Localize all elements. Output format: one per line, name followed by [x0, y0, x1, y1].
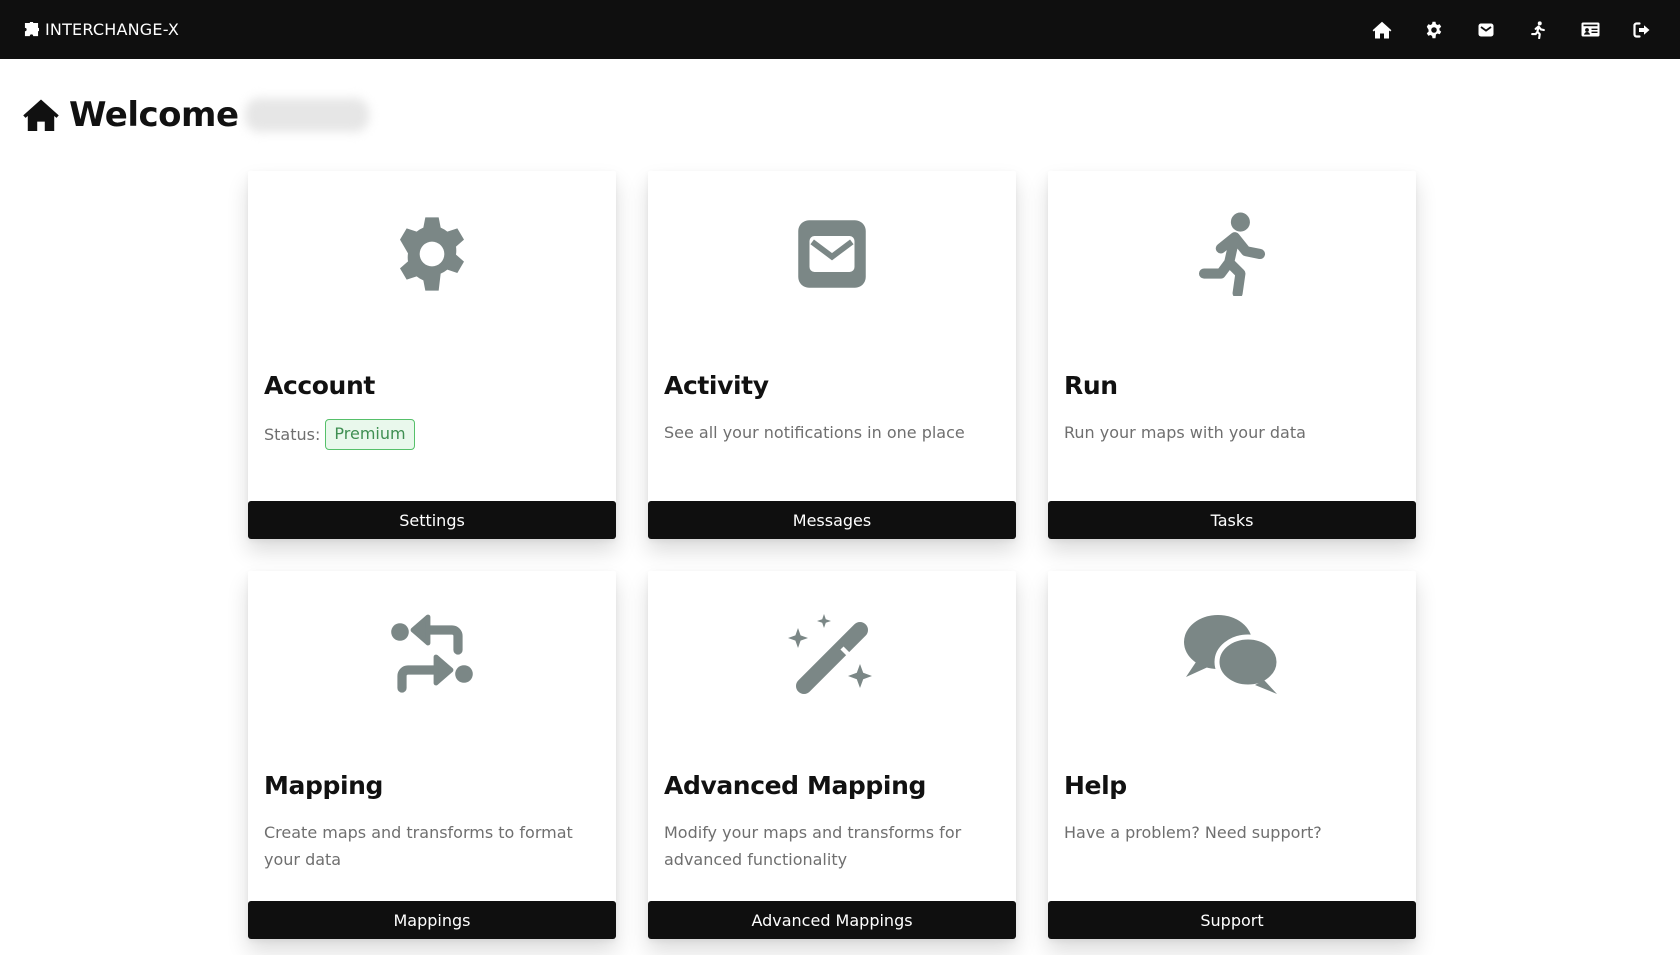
brand-name: INTERCHANGE-X [45, 20, 180, 39]
help-card: Help Have a problem? Need support? Suppo… [1048, 571, 1416, 939]
card-title: Run [1064, 371, 1118, 400]
account-status: Status: Premium [264, 419, 600, 450]
running-icon [1198, 212, 1266, 296]
card-icon-wrap [248, 609, 616, 699]
card-icon-wrap [648, 209, 1016, 299]
home-icon [1372, 21, 1392, 39]
card-icon-wrap [648, 609, 1016, 699]
home-icon [22, 98, 60, 132]
card-title: Activity [664, 371, 769, 400]
envelope-icon [796, 218, 868, 290]
card-description: Create maps and transforms to format you… [264, 823, 573, 869]
card-description: See all your notifications in one place [664, 423, 965, 442]
activity-card: Activity See all your notifications in o… [648, 171, 1016, 539]
welcome-heading: Welcome [22, 95, 369, 135]
card-title: Account [264, 371, 375, 400]
settings-button[interactable]: Settings [248, 501, 616, 539]
puzzle-icon [24, 22, 39, 37]
tasks-button[interactable]: Tasks [1048, 501, 1416, 539]
mapping-card: Mapping Create maps and transforms to fo… [248, 571, 616, 939]
chat-bubbles-icon [1180, 612, 1284, 696]
gear-icon [392, 214, 472, 294]
nav-messages-button[interactable] [1460, 10, 1512, 50]
account-card: Account Status: Premium Settings [248, 171, 616, 539]
nav-tasks-button[interactable] [1512, 10, 1564, 50]
card-description: Modify your maps and transforms for adva… [664, 823, 962, 869]
support-button[interactable]: Support [1048, 901, 1416, 939]
id-card-icon [1581, 22, 1600, 37]
running-icon [1531, 20, 1545, 39]
nav-profile-button[interactable] [1564, 10, 1616, 50]
nav-settings-button[interactable] [1408, 10, 1460, 50]
welcome-title: Welcome [69, 95, 239, 135]
card-description: Have a problem? Need support? [1064, 823, 1322, 842]
advanced-mapping-card: Advanced Mapping Modify your maps and tr… [648, 571, 1016, 939]
gear-icon [1425, 21, 1443, 39]
card-description: Run your maps with your data [1064, 423, 1306, 442]
envelope-icon [1478, 22, 1494, 38]
transform-arrows-icon [390, 614, 474, 694]
messages-button[interactable]: Messages [648, 501, 1016, 539]
card-title: Mapping [264, 771, 384, 800]
card-title: Help [1064, 771, 1127, 800]
card-icon-wrap [248, 209, 616, 299]
status-badge: Premium [325, 419, 415, 450]
mappings-button[interactable]: Mappings [248, 901, 616, 939]
top-navbar: INTERCHANGE-X [0, 0, 1680, 59]
nav-logout-button[interactable] [1616, 10, 1668, 50]
card-icon-wrap [1048, 609, 1416, 699]
run-card: Run Run your maps with your data Tasks [1048, 171, 1416, 539]
user-name-redacted [244, 98, 369, 132]
card-title: Advanced Mapping [664, 771, 926, 800]
card-icon-wrap [1048, 209, 1416, 299]
magic-wand-icon [788, 612, 876, 696]
nav-icon-group [1356, 0, 1668, 59]
logout-icon [1633, 21, 1651, 38]
advanced-mappings-button[interactable]: Advanced Mappings [648, 901, 1016, 939]
nav-home-button[interactable] [1356, 10, 1408, 50]
brand-link[interactable]: INTERCHANGE-X [24, 20, 179, 39]
status-label: Status: [264, 425, 321, 444]
